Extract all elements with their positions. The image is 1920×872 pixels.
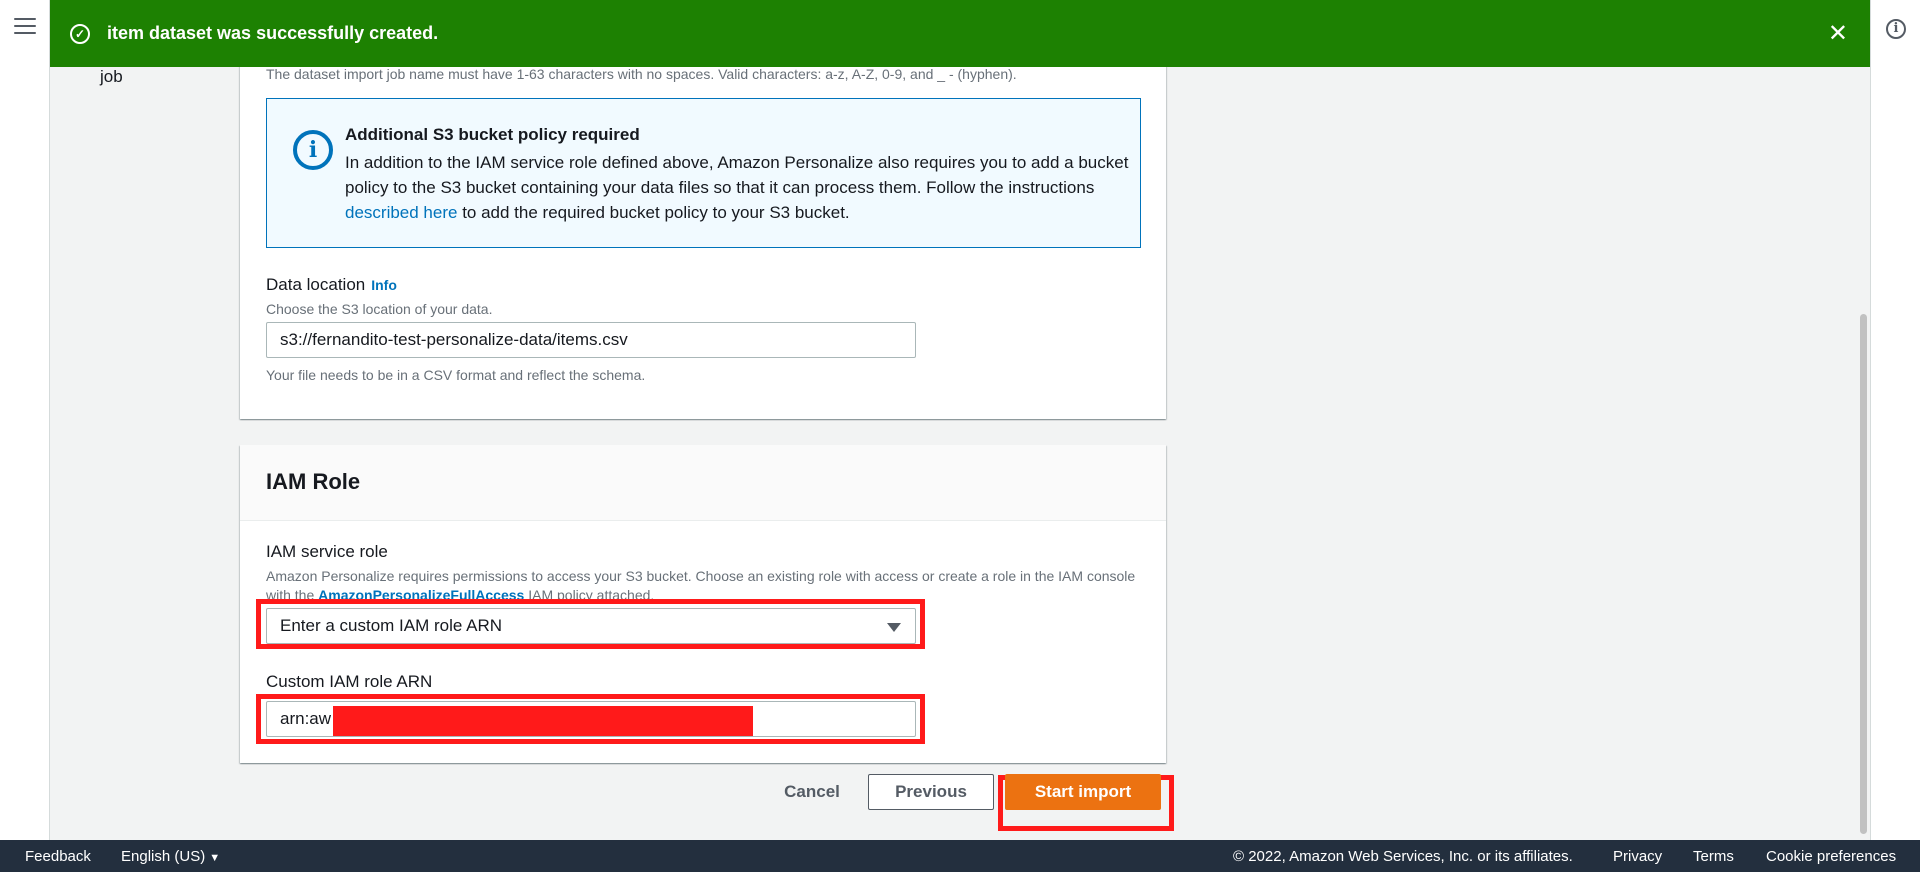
success-check-icon: ✓ xyxy=(70,23,90,44)
help-info-icon[interactable]: i xyxy=(1886,19,1906,39)
flash-message: item dataset was successfully created. xyxy=(107,23,439,43)
right-help-rail: i xyxy=(1870,0,1920,840)
success-flash-banner: ✓ item dataset was successfully created.… xyxy=(50,0,1870,67)
data-location-input[interactable]: s3://fernandito-test-personalize-data/it… xyxy=(266,322,916,358)
scrollbar[interactable] xyxy=(1858,67,1870,840)
left-navigation-rail xyxy=(0,0,50,840)
terms-link[interactable]: Terms xyxy=(1693,848,1734,865)
iam-service-role-description: Amazon Personalize requires permissions … xyxy=(266,567,1146,605)
custom-iam-role-arn-value: arn:aw xyxy=(280,709,332,728)
scrollbar-thumb[interactable] xyxy=(1860,314,1867,834)
iam-role-title: IAM Role xyxy=(266,469,361,494)
privacy-link[interactable]: Privacy xyxy=(1613,848,1662,865)
alert-title: Additional S3 bucket policy required xyxy=(345,125,640,144)
custom-iam-role-arn-label: Custom IAM role ARN xyxy=(266,672,433,691)
redaction-overlay xyxy=(333,706,753,736)
data-location-info-link[interactable]: Info xyxy=(371,277,397,293)
alert-body: In addition to the IAM service role defi… xyxy=(345,150,1135,225)
custom-iam-role-arn-input[interactable]: arn:aw xyxy=(266,701,916,737)
feedback-link[interactable]: Feedback xyxy=(25,848,91,865)
caret-down-icon xyxy=(887,623,901,632)
data-location-description: Choose the S3 location of your data. xyxy=(266,301,493,317)
main-content: job The dataset import job name must hav… xyxy=(50,57,1870,840)
alert-body-text-end: to add the required bucket policy to you… xyxy=(457,203,850,222)
cookie-preferences-link[interactable]: Cookie preferences xyxy=(1766,848,1896,865)
info-icon: i xyxy=(293,130,333,170)
iam-role-card: IAM Role IAM service role Amazon Persona… xyxy=(240,445,1166,763)
import-job-details-card: The dataset import job name must have 1-… xyxy=(240,57,1166,419)
s3-policy-info-alert: i Additional S3 bucket policy required I… xyxy=(266,98,1141,248)
iam-role-card-header: IAM Role xyxy=(240,445,1166,521)
described-here-link[interactable]: described here xyxy=(345,203,457,222)
copyright-text: © 2022, Amazon Web Services, Inc. or its… xyxy=(1233,848,1573,865)
data-location-label-text: Data location xyxy=(266,275,366,294)
iam-service-role-label: IAM service role xyxy=(266,542,388,561)
step-side-label: job xyxy=(100,67,123,86)
amazon-personalize-full-access-link[interactable]: AmazonPersonalizeFullAccess xyxy=(318,587,524,603)
previous-button[interactable]: Previous xyxy=(868,774,994,810)
start-import-button[interactable]: Start import xyxy=(1005,774,1161,810)
iam-role-select-value: Enter a custom IAM role ARN xyxy=(280,616,503,635)
language-selector[interactable]: English (US) ▼ xyxy=(121,848,220,865)
footer: Feedback English (US) ▼ © 2022, Amazon We… xyxy=(0,840,1920,872)
menu-icon[interactable] xyxy=(14,18,36,36)
iam-role-select[interactable]: Enter a custom IAM role ARN xyxy=(266,608,916,644)
data-location-label: Data location Info xyxy=(266,275,397,295)
alert-body-text: In addition to the IAM service role defi… xyxy=(345,153,1129,197)
job-name-constraint: The dataset import job name must have 1-… xyxy=(266,66,1017,82)
iam-desc-text-end: IAM policy attached. xyxy=(524,587,655,603)
close-icon[interactable]: ✕ xyxy=(1828,21,1848,45)
language-value: English (US) xyxy=(121,848,206,865)
caret-down-icon: ▼ xyxy=(209,852,221,864)
cancel-button[interactable]: Cancel xyxy=(762,774,862,810)
data-location-constraint: Your file needs to be in a CSV format an… xyxy=(266,367,646,383)
